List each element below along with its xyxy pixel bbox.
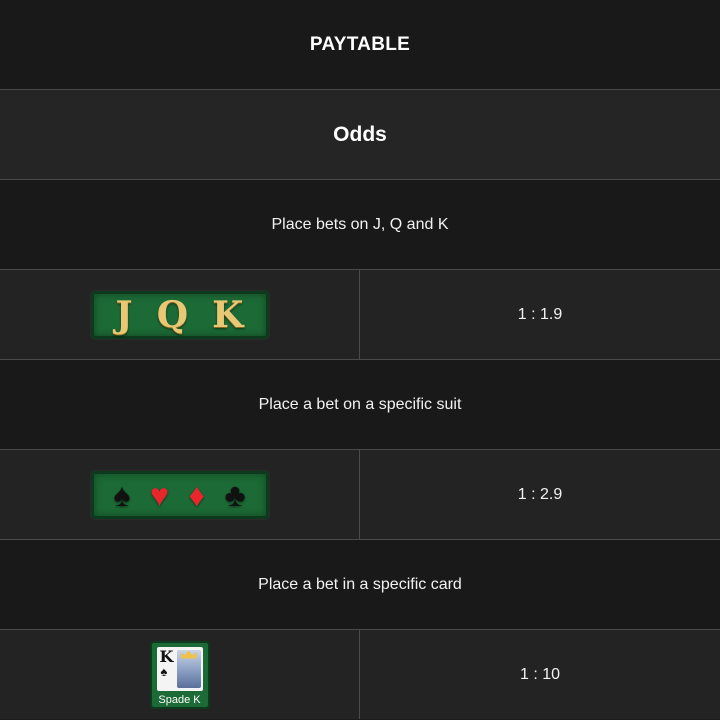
- diamond-icon: ♦: [188, 476, 205, 513]
- card-face: K ♠: [156, 646, 203, 691]
- bet-description: Place a bet in a specific card: [258, 575, 462, 593]
- bet-icon-cell: K ♠ Spade K: [0, 630, 360, 719]
- bet-description: Place a bet on a specific suit: [258, 395, 462, 413]
- bet-icon-cell: ♠ ♥ ♦ ♣: [0, 450, 360, 539]
- spade-icon: ♠: [113, 476, 131, 513]
- bet-description-row: Place a bet on a specific suit: [0, 360, 720, 450]
- bet-odds-row: K ♠ Spade K 1 : 10: [0, 630, 720, 719]
- spade-king-card-icon: K ♠ Spade K: [149, 640, 210, 709]
- bet-odds-row: J Q K 1 : 1.9: [0, 270, 720, 360]
- bet-description: Place bets on J, Q and K: [271, 215, 449, 233]
- queen-letter: Q: [156, 293, 189, 336]
- odds-title: Odds: [333, 122, 387, 146]
- heart-icon: ♥: [149, 476, 169, 513]
- king-letter: K: [212, 293, 244, 336]
- card-suit-icon: ♠: [160, 663, 168, 679]
- club-icon: ♣: [224, 476, 246, 513]
- bet-description-row: Place a bet in a specific card: [0, 540, 720, 630]
- odds-value: 1 : 10: [360, 630, 720, 719]
- bet-description-row: Place bets on J, Q and K: [0, 180, 720, 270]
- jqk-icon: J Q K: [90, 290, 269, 339]
- card-label: Spade K: [158, 693, 201, 706]
- odds-value: 1 : 1.9: [360, 270, 720, 359]
- odds-header: Odds: [0, 90, 720, 180]
- bet-icon-cell: J Q K: [0, 270, 360, 359]
- paytable-title: PAYTABLE: [309, 33, 411, 55]
- jack-letter: J: [115, 293, 133, 336]
- paytable-header: PAYTABLE: [0, 0, 720, 90]
- bet-odds-row: ♠ ♥ ♦ ♣ 1 : 2.9: [0, 450, 720, 540]
- paytable: PAYTABLE Odds Place bets on J, Q and K J…: [0, 0, 720, 720]
- suits-icon: ♠ ♥ ♦ ♣: [90, 470, 269, 519]
- odds-value: 1 : 2.9: [360, 450, 720, 539]
